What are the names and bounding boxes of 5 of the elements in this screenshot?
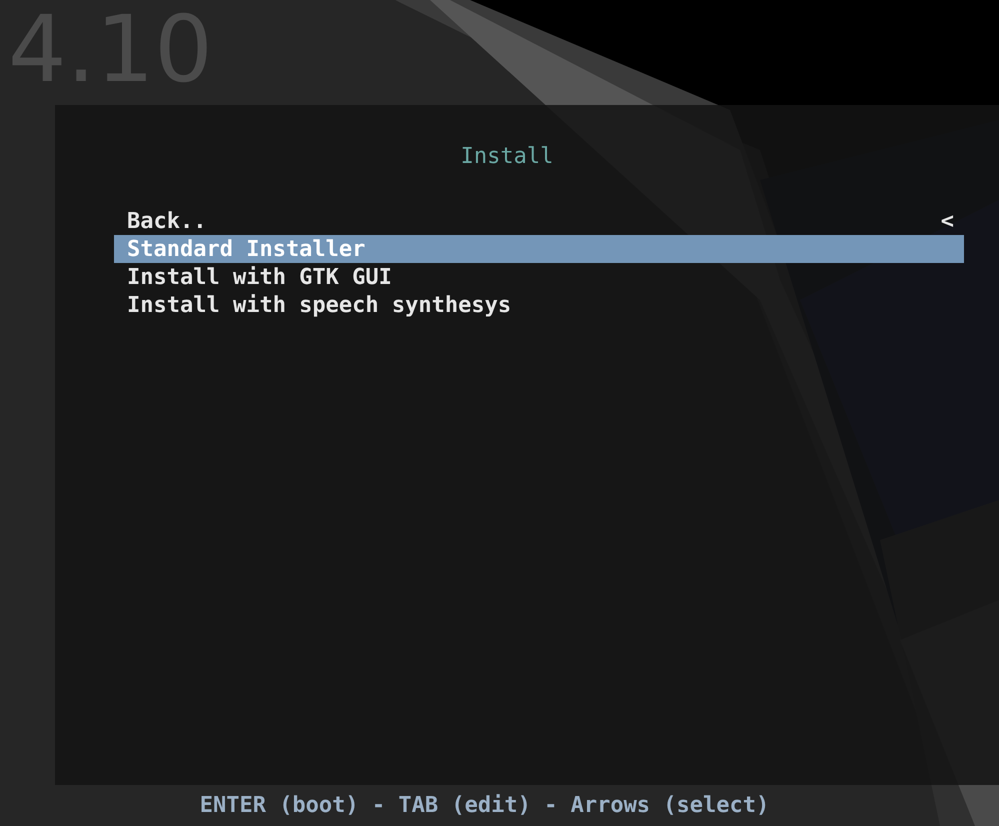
help-line: ENTER (boot) - TAB (edit) - Arrows (select): [200, 792, 770, 820]
menu-item[interactable]: Install with GTK GUI: [114, 263, 964, 291]
menu-item[interactable]: Back.. <: [114, 207, 964, 235]
menu-title: Install: [460, 142, 554, 170]
menu-item[interactable]: Install with speech synthesys: [114, 291, 964, 319]
